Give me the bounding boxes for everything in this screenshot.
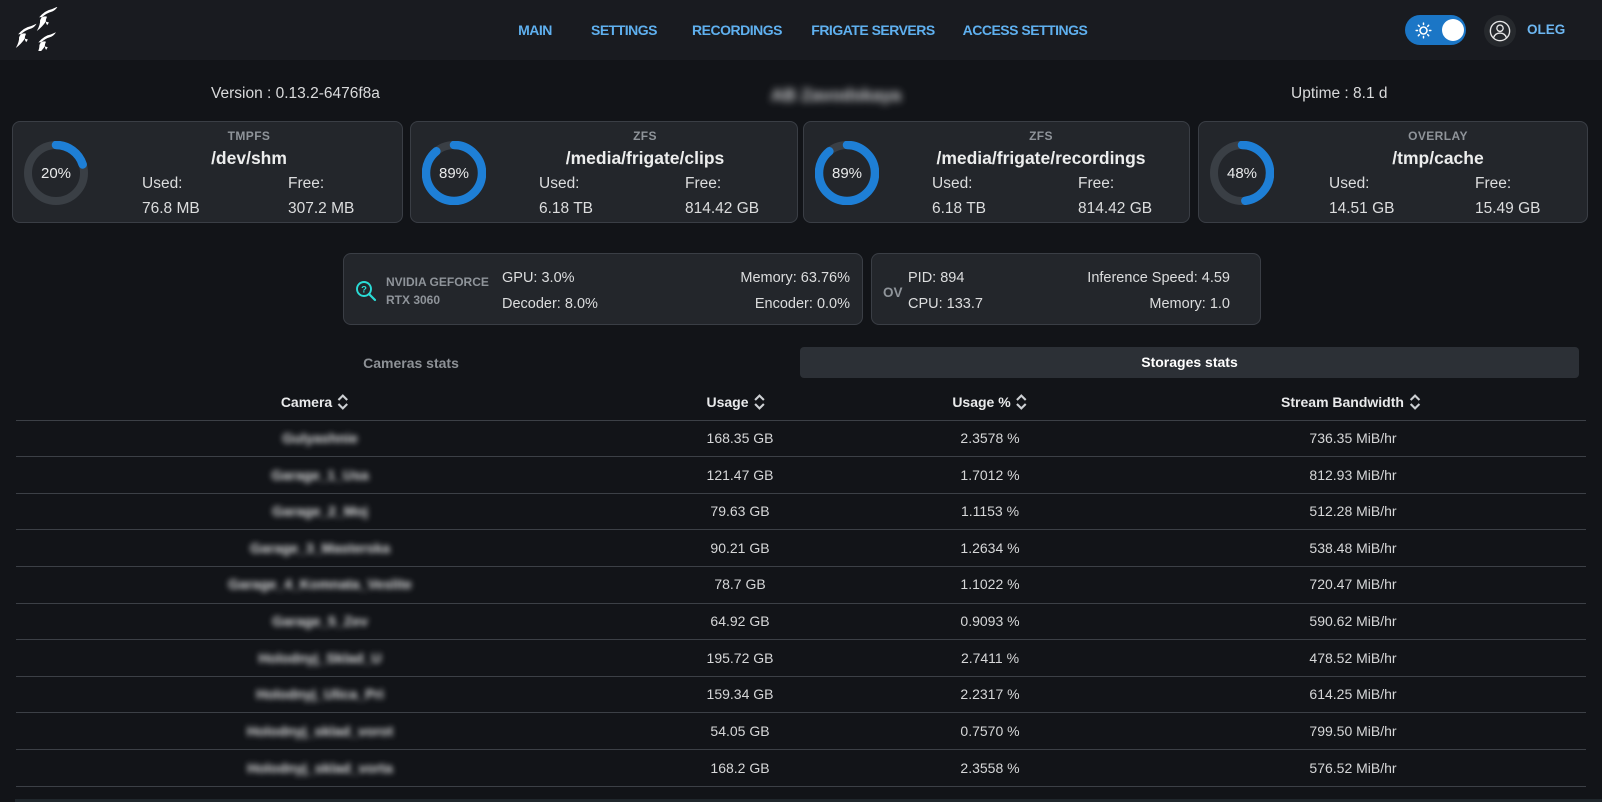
svg-text:?: ? — [361, 285, 367, 296]
